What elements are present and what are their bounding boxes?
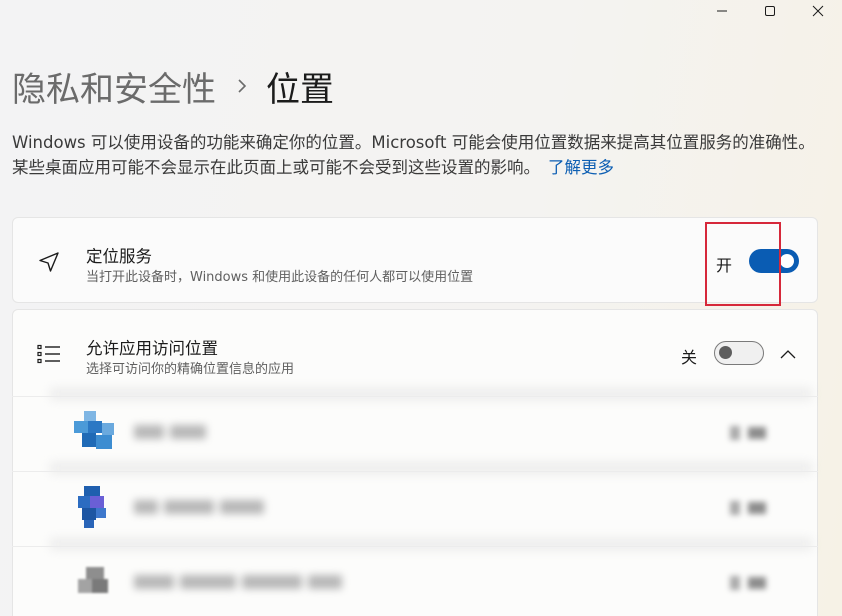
minimize-button[interactable] bbox=[698, 0, 746, 22]
page-description: Windows 可以使用设备的功能来确定你的位置。Microsoft 可能会使用… bbox=[12, 130, 824, 180]
app-row bbox=[12, 471, 818, 545]
location-service-card: 定位服务 当打开此设备时，Windows 和使用此设备的任何人都可以使用位置 开 bbox=[12, 217, 818, 303]
app-row bbox=[12, 546, 818, 616]
toggle-knob bbox=[719, 346, 732, 359]
maximize-icon bbox=[765, 6, 775, 16]
blurred-app-icon-1 bbox=[74, 411, 114, 449]
description-text: Windows 可以使用设备的功能来确定你的位置。Microsoft 可能会使用… bbox=[12, 133, 815, 177]
list-icon bbox=[35, 340, 63, 368]
navigation-arrow-icon bbox=[35, 248, 63, 276]
location-service-subtitle: 当打开此设备时，Windows 和使用此设备的任何人都可以使用位置 bbox=[86, 270, 474, 285]
window-controls bbox=[682, 0, 842, 22]
close-button[interactable] bbox=[794, 0, 842, 22]
app-access-subtitle: 选择可访问你的精确位置信息的应用 bbox=[86, 362, 295, 377]
collapse-button[interactable] bbox=[774, 340, 802, 368]
chevron-right-icon bbox=[236, 78, 248, 94]
redacted-app-name bbox=[134, 500, 264, 514]
app-row bbox=[12, 396, 818, 470]
app-access-title: 允许应用访问位置 bbox=[86, 339, 218, 358]
redacted-app-toggle bbox=[730, 500, 766, 516]
redacted-app-toggle bbox=[730, 425, 766, 441]
close-icon bbox=[812, 5, 824, 17]
redacted-app-name bbox=[134, 575, 342, 589]
learn-more-link[interactable]: 了解更多 bbox=[548, 158, 614, 177]
chevron-up-icon bbox=[780, 350, 796, 359]
highlight-annotation bbox=[705, 222, 781, 306]
redacted-app-toggle bbox=[730, 575, 766, 591]
minimize-icon bbox=[717, 10, 727, 12]
breadcrumb-parent[interactable]: 隐私和安全性 bbox=[12, 62, 216, 111]
toggle-knob bbox=[780, 254, 794, 268]
redacted-app-name bbox=[134, 425, 206, 439]
blurred-app-icon-2 bbox=[78, 486, 106, 528]
app-access-toggle[interactable] bbox=[714, 341, 764, 365]
maximize-button[interactable] bbox=[746, 0, 794, 22]
blurred-app-icon-3 bbox=[78, 567, 108, 593]
app-access-state: 关 bbox=[681, 348, 698, 367]
location-service-title: 定位服务 bbox=[86, 247, 152, 266]
page-title: 位置 bbox=[266, 69, 334, 110]
breadcrumb: 隐私和安全性 位置 bbox=[12, 62, 334, 110]
